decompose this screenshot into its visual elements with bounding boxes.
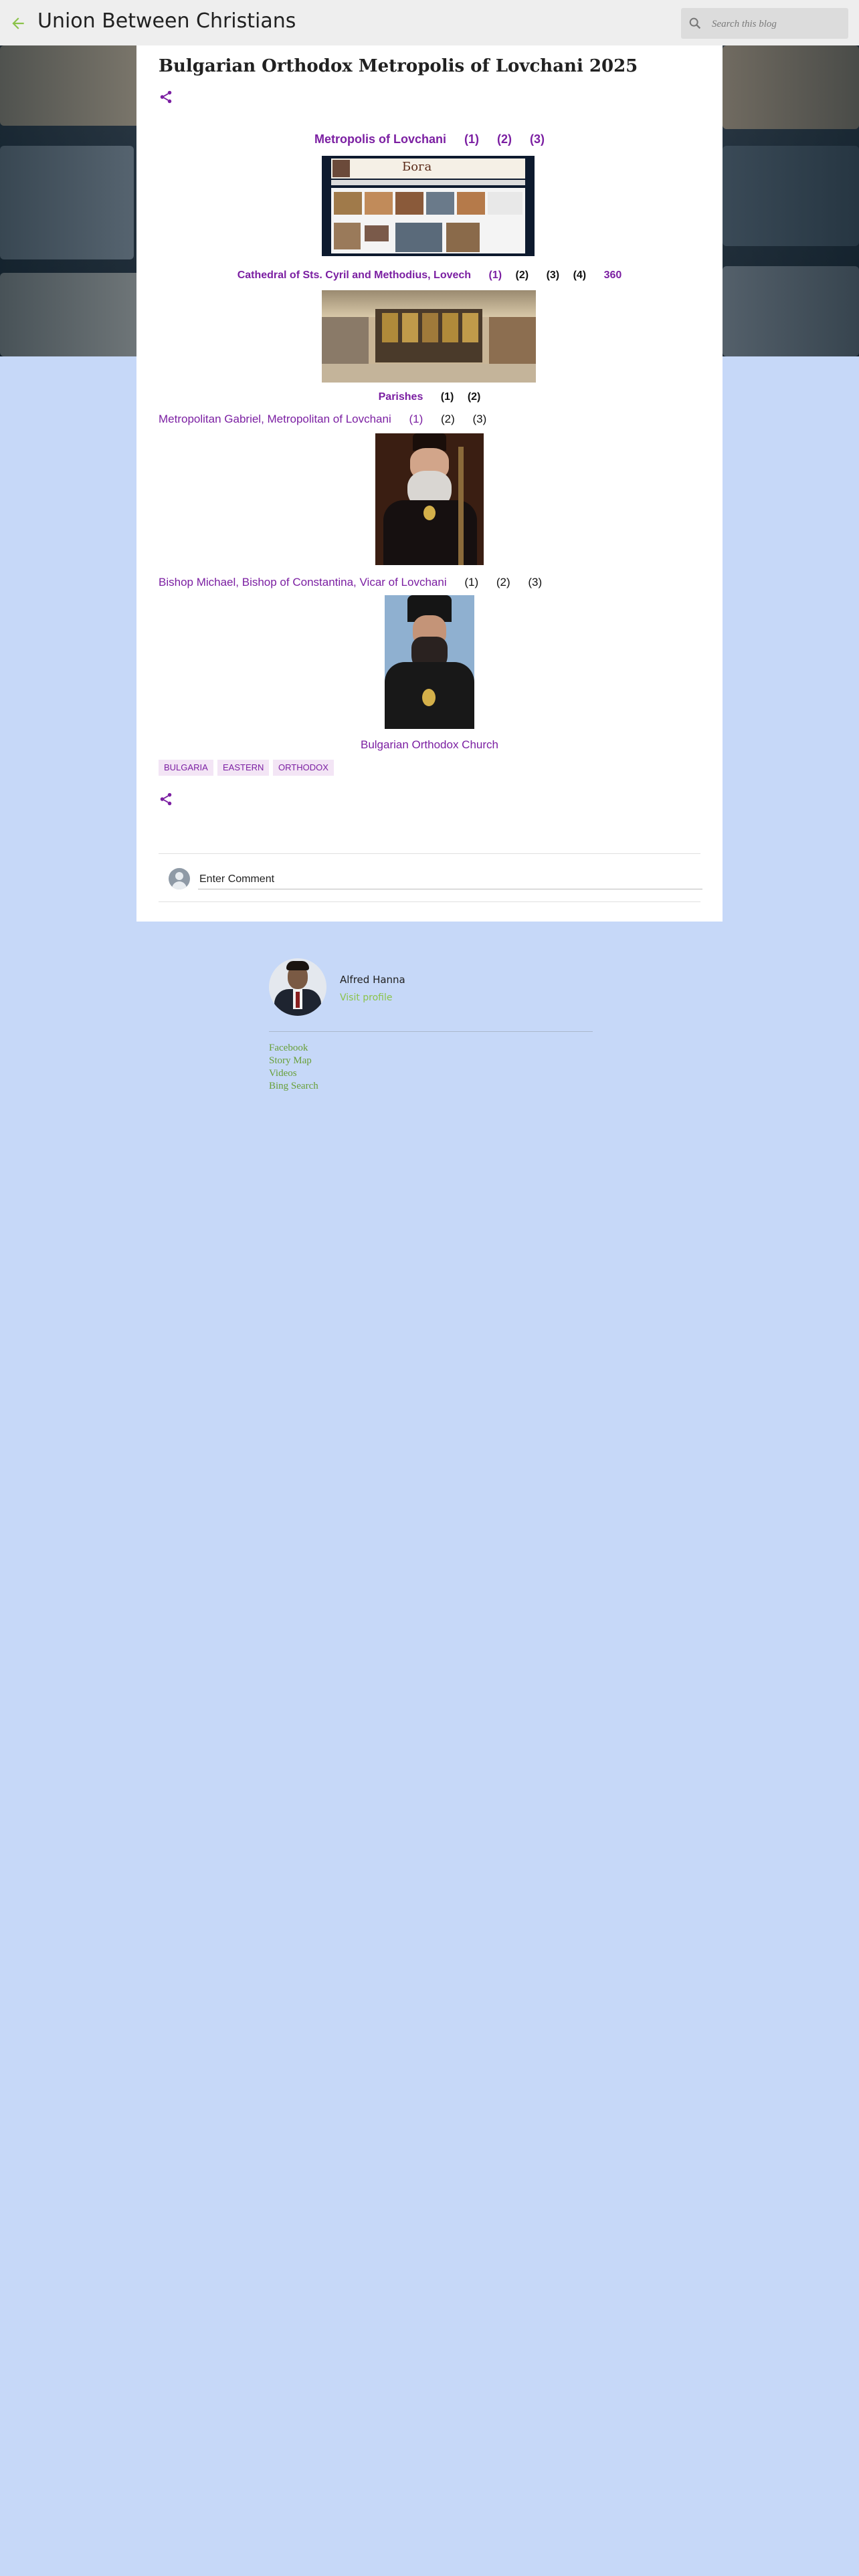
back-arrow-icon[interactable] <box>9 15 28 33</box>
cathedral-link-2[interactable]: (2) <box>516 270 529 281</box>
metropolis-website-image[interactable]: Бога <box>322 156 535 256</box>
visit-profile-link[interactable]: Visit profile <box>340 992 393 1003</box>
label-bulgaria[interactable]: BULGARIA <box>159 760 213 776</box>
church-line: Bulgarian Orthodox Church <box>136 738 723 752</box>
search-box[interactable] <box>681 8 848 39</box>
metropolitan-link-3[interactable]: (3) <box>473 413 487 425</box>
facebook-link[interactable]: Facebook <box>269 1043 308 1054</box>
parishes-link-1[interactable]: (1) <box>441 391 454 403</box>
cathedral-link-4[interactable]: (4) <box>573 270 587 281</box>
videos-link[interactable]: Videos <box>269 1068 297 1079</box>
bing-search-link[interactable]: Bing Search <box>269 1081 318 1092</box>
bishop-line: Bishop Michael, Bishop of Constantina, V… <box>159 576 542 589</box>
comments-divider-bottom <box>159 901 700 902</box>
metropolitan-link-1[interactable]: (1) <box>409 413 423 425</box>
parishes-link-2[interactable]: (2) <box>468 391 481 403</box>
cathedral-interior-image[interactable] <box>322 290 536 383</box>
top-bar: Union Between Christians <box>0 0 859 45</box>
cathedral-link-360[interactable]: 360 <box>604 270 622 281</box>
comment-row <box>169 865 702 891</box>
metropolitan-link[interactable]: Metropolitan Gabriel, Metropolitan of Lo… <box>159 413 391 425</box>
church-link[interactable]: Bulgarian Orthodox Church <box>361 738 498 751</box>
metropolis-link-2[interactable]: (2) <box>497 132 512 146</box>
commenter-avatar <box>169 868 190 889</box>
bishop-link-3[interactable]: (3) <box>528 576 542 588</box>
bishop-link-1[interactable]: (1) <box>464 576 478 588</box>
profile-name: Alfred Hanna <box>340 974 405 986</box>
comments-divider-top <box>159 853 700 854</box>
metropolis-link[interactable]: Metropolis of Lovchani <box>314 132 446 146</box>
metropolitan-line: Metropolitan Gabriel, Metropolitan of Lo… <box>159 413 486 426</box>
metropolis-line: Metropolis of Lovchani (1) (2) (3) <box>136 132 723 146</box>
metropolis-link-3[interactable]: (3) <box>530 132 545 146</box>
post-title: Bulgarian Orthodox Metropolis of Lovchan… <box>159 56 638 76</box>
profile-divider <box>269 1031 593 1032</box>
metropolis-link-1[interactable]: (1) <box>464 132 479 146</box>
comment-input[interactable] <box>198 870 702 889</box>
search-icon[interactable] <box>688 16 702 34</box>
cathedral-link-1[interactable]: (1) <box>489 270 502 281</box>
parishes-link[interactable]: Parishes <box>379 391 423 403</box>
post-card: Bulgarian Orthodox Metropolis of Lovchan… <box>136 45 723 922</box>
cathedral-link-3[interactable]: (3) <box>547 270 560 281</box>
bishop-portrait[interactable] <box>385 595 474 729</box>
share-icon[interactable] <box>159 90 173 108</box>
website-banner-text: Бога <box>402 160 432 174</box>
label-eastern[interactable]: EASTERN <box>217 760 270 776</box>
bishop-link-2[interactable]: (2) <box>496 576 510 588</box>
parishes-line: Parishes (1) (2) <box>136 391 723 403</box>
profile-avatar[interactable] <box>269 958 326 1016</box>
cathedral-line: Cathedral of Sts. Cyril and Methodius, L… <box>136 270 723 282</box>
search-input[interactable] <box>710 13 844 35</box>
metropolitan-link-2[interactable]: (2) <box>441 413 455 425</box>
share-icon-bottom[interactable] <box>159 792 173 810</box>
label-orthodox[interactable]: ORTHODOX <box>273 760 334 776</box>
bishop-link[interactable]: Bishop Michael, Bishop of Constantina, V… <box>159 576 447 588</box>
cathedral-link[interactable]: Cathedral of Sts. Cyril and Methodius, L… <box>237 270 471 281</box>
story-map-link[interactable]: Story Map <box>269 1055 312 1067</box>
metropolitan-portrait[interactable] <box>375 433 484 565</box>
blog-title[interactable]: Union Between Christians <box>37 9 296 33</box>
